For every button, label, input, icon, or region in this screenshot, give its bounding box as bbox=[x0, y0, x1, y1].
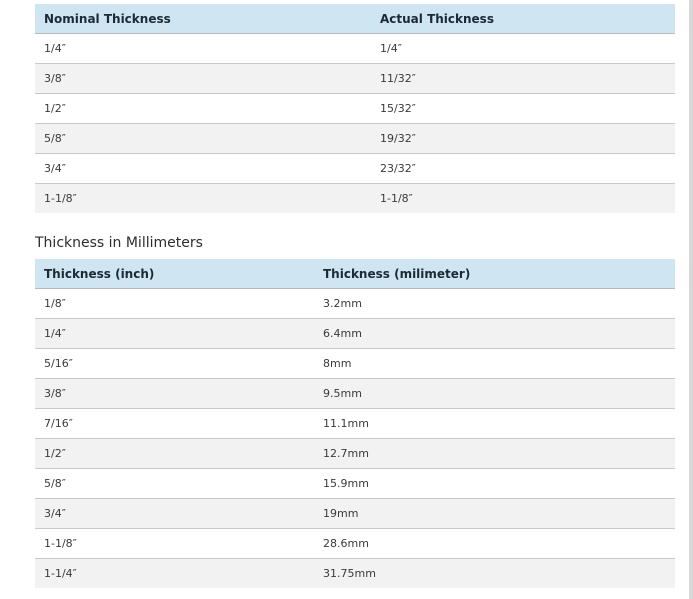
inch-cell: 1-1/8″ bbox=[35, 528, 314, 559]
inch-cell: 1-1/4″ bbox=[35, 558, 314, 588]
header-thickness-millimeter: Thickness (milimeter) bbox=[314, 259, 675, 289]
inch-cell: 7/16″ bbox=[35, 408, 314, 439]
actual-cell: 19/32″ bbox=[371, 123, 675, 154]
nominal-cell: 1-1/8″ bbox=[35, 183, 371, 213]
actual-cell: 1-1/8″ bbox=[371, 183, 675, 213]
nominal-cell: 1/4″ bbox=[35, 33, 371, 64]
millimeter-cell: 6.4mm bbox=[314, 318, 675, 349]
inch-cell: 1/8″ bbox=[35, 288, 314, 319]
inch-cell: 5/8″ bbox=[35, 468, 314, 499]
millimeter-cell: 31.75mm bbox=[314, 558, 675, 588]
header-actual-thickness: Actual Thickness bbox=[371, 4, 675, 34]
millimeter-cell: 19mm bbox=[314, 498, 675, 529]
header-nominal-thickness: Nominal Thickness bbox=[35, 4, 371, 34]
millimeter-cell: 9.5mm bbox=[314, 378, 675, 409]
millimeter-cell: 8mm bbox=[314, 348, 675, 379]
table-row: 5/8″ 19/32″ bbox=[35, 123, 675, 154]
table-row: 1-1/8″ 28.6mm bbox=[35, 528, 675, 559]
table-row: 5/16″ 8mm bbox=[35, 348, 675, 379]
table-row: 3/4″ 19mm bbox=[35, 498, 675, 529]
table-row: 1-1/8″ 1-1/8″ bbox=[35, 183, 675, 213]
millimeter-cell: 12.7mm bbox=[314, 438, 675, 469]
inch-cell: 3/8″ bbox=[35, 378, 314, 409]
table-row: 7/16″ 11.1mm bbox=[35, 408, 675, 439]
inch-cell: 5/16″ bbox=[35, 348, 314, 379]
millimeter-cell: 28.6mm bbox=[314, 528, 675, 559]
table-row: 1-1/4″ 31.75mm bbox=[35, 558, 675, 588]
actual-cell: 15/32″ bbox=[371, 93, 675, 124]
table-row: 1/4″ 6.4mm bbox=[35, 318, 675, 349]
nominal-cell: 1/2″ bbox=[35, 93, 371, 124]
inch-cell: 1/4″ bbox=[35, 318, 314, 349]
actual-cell: 1/4″ bbox=[371, 33, 675, 64]
table-row: 1/8″ 3.2mm bbox=[35, 288, 675, 319]
millimeter-cell: 15.9mm bbox=[314, 468, 675, 499]
millimeter-cell: 11.1mm bbox=[314, 408, 675, 439]
nominal-cell: 5/8″ bbox=[35, 123, 371, 154]
nominal-vs-actual-thickness-table: Nominal Thickness Actual Thickness 1/4″ … bbox=[35, 4, 675, 213]
millimeter-cell: 3.2mm bbox=[314, 288, 675, 319]
scroll-edge-divider bbox=[689, 0, 693, 599]
inch-cell: 1/2″ bbox=[35, 438, 314, 469]
table-row: 1/4″ 1/4″ bbox=[35, 33, 675, 64]
section-heading-millimeters: Thickness in Millimeters bbox=[35, 235, 203, 251]
header-thickness-inch: Thickness (inch) bbox=[35, 259, 314, 289]
page: Nominal Thickness Actual Thickness 1/4″ … bbox=[0, 0, 693, 599]
actual-cell: 11/32″ bbox=[371, 63, 675, 94]
table-row: 1/2″ 12.7mm bbox=[35, 438, 675, 469]
table-header-row: Nominal Thickness Actual Thickness bbox=[35, 4, 675, 34]
table-row: 3/4″ 23/32″ bbox=[35, 153, 675, 184]
table-row: 3/8″ 11/32″ bbox=[35, 63, 675, 94]
actual-cell: 23/32″ bbox=[371, 153, 675, 184]
table-row: 1/2″ 15/32″ bbox=[35, 93, 675, 124]
nominal-cell: 3/4″ bbox=[35, 153, 371, 184]
table-header-row: Thickness (inch) Thickness (milimeter) bbox=[35, 259, 675, 289]
nominal-cell: 3/8″ bbox=[35, 63, 371, 94]
inch-to-millimeter-table: Thickness (inch) Thickness (milimeter) 1… bbox=[35, 259, 675, 588]
table-row: 5/8″ 15.9mm bbox=[35, 468, 675, 499]
table-row: 3/8″ 9.5mm bbox=[35, 378, 675, 409]
inch-cell: 3/4″ bbox=[35, 498, 314, 529]
